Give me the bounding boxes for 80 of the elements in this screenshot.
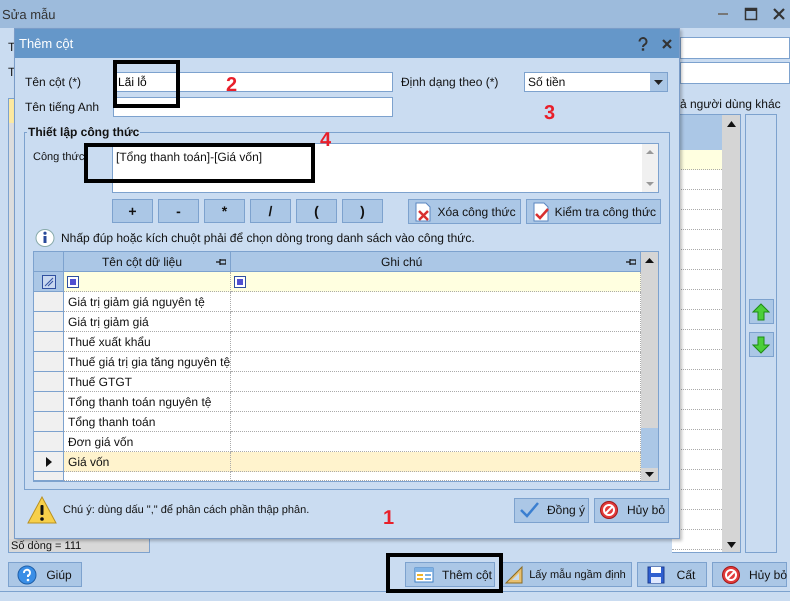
- highlight-box: [113, 60, 180, 108]
- field-label: Công thức: [33, 150, 86, 165]
- action-button[interactable]: Xóa công thức: [408, 199, 521, 224]
- text-field[interactable]: [680, 62, 790, 84]
- operator-button[interactable]: *: [204, 199, 245, 223]
- field-label: T: [8, 66, 16, 78]
- toolbar-button[interactable]: Cất: [637, 562, 707, 587]
- move-up-button[interactable]: [748, 299, 774, 324]
- warning-icon: [27, 496, 57, 524]
- note-text: Chú ý: dùng dấu "," để phân cách phần thập phân.: [63, 504, 310, 516]
- move-down-button[interactable]: [748, 332, 774, 357]
- pin-icon[interactable]: [626, 258, 636, 266]
- table-cell: Giá trị giảm giá nguyên tệ: [64, 292, 231, 312]
- option-label: ả người dùng khác: [680, 97, 782, 111]
- field-label: Tên cột (*): [25, 75, 82, 89]
- current-row-icon: [46, 456, 52, 466]
- annotation-number: 1: [383, 507, 394, 529]
- table-cell: Thuế GTGT: [64, 372, 231, 392]
- operator-button[interactable]: ): [342, 199, 383, 223]
- filter-cell[interactable]: [64, 272, 231, 292]
- table-cell: Giá vốn: [64, 452, 231, 472]
- close-icon[interactable]: [661, 38, 673, 50]
- row-count: Số dòng = 111: [10, 540, 82, 552]
- filter-icon[interactable]: [234, 276, 246, 288]
- window-title: Sửa mẫu: [2, 6, 56, 22]
- hint-text: Nhấp đúp hoặc kích chuột phải để chọn dòng trong danh sách vào công thức.: [61, 231, 475, 245]
- operator-button[interactable]: +: [112, 199, 153, 223]
- scrollbar[interactable]: [722, 115, 740, 552]
- annotation-number: 3: [544, 102, 556, 124]
- field-label: Định dạng theo (*): [401, 75, 500, 89]
- operator-button[interactable]: -: [158, 199, 199, 223]
- field-label: Tên tiếng Anh: [25, 100, 100, 114]
- action-button[interactable]: Kiểm tra công thức: [526, 199, 661, 224]
- table-cell: Tổng thanh toán nguyên tệ: [64, 392, 231, 412]
- toolbar-button[interactable]: Hủy bỏ: [712, 562, 787, 587]
- filter-icon[interactable]: [67, 276, 79, 288]
- dialog-title: Thêm cột: [19, 36, 74, 51]
- maximize-icon[interactable]: [744, 7, 758, 21]
- toolbar-button[interactable]: Lấy mẫu ngầm định: [500, 562, 632, 587]
- operator-button[interactable]: (: [296, 199, 337, 223]
- column-header[interactable]: Tên cột dữ liệu: [64, 252, 231, 272]
- document-cross-icon: [413, 202, 434, 222]
- table-cell: Giá trị giảm giá: [64, 312, 231, 332]
- table-icon: [414, 564, 434, 584]
- table-cell: Thuế giá trị gia tăng nguyên tệ: [64, 352, 231, 372]
- scroll-down-icon[interactable]: [645, 472, 654, 477]
- operator-button[interactable]: /: [250, 199, 291, 223]
- filter-editor-icon[interactable]: [42, 274, 56, 288]
- scroll-up-icon[interactable]: [645, 258, 654, 263]
- info-icon: [35, 228, 55, 248]
- check-mark-icon: [519, 500, 539, 520]
- scroll-thumb[interactable]: [641, 428, 658, 468]
- dropdown[interactable]: Số tiền: [524, 72, 668, 92]
- down-arrow-icon: [752, 336, 770, 354]
- text-field[interactable]: [113, 97, 393, 117]
- group-title: Thiết lập công thức: [27, 125, 140, 139]
- help-icon[interactable]: [637, 36, 649, 50]
- column-header[interactable]: Ghi chú: [231, 252, 641, 272]
- no-entry-icon: [721, 564, 741, 584]
- filter-cell[interactable]: [231, 272, 641, 292]
- help-icon: [17, 564, 37, 584]
- no-entry-icon: [599, 500, 619, 520]
- row-header[interactable]: [34, 452, 64, 472]
- toolbar-button[interactable]: Giúp: [8, 562, 82, 587]
- table-cell: Tổng thanh toán: [64, 412, 231, 432]
- ruler-icon: [504, 564, 524, 584]
- pin-icon[interactable]: [216, 258, 226, 266]
- dialog-button[interactable]: Hủy bỏ: [594, 498, 669, 522]
- document-check-icon: [530, 202, 551, 222]
- toolbar-button[interactable]: Thêm cột: [405, 562, 495, 587]
- table-cell: Thuế xuất khẩu: [64, 332, 231, 352]
- dropdown-arrow-icon[interactable]: [654, 80, 663, 84]
- field-label: T: [8, 41, 16, 53]
- text-field[interactable]: [680, 37, 790, 59]
- dialog-button[interactable]: Đồng ý: [514, 498, 589, 522]
- close-icon[interactable]: [772, 7, 786, 21]
- scroll-up-icon[interactable]: [726, 121, 736, 127]
- scroll-down-icon[interactable]: [726, 542, 736, 548]
- scrollbar[interactable]: [641, 252, 658, 481]
- up-arrow-icon: [752, 302, 770, 320]
